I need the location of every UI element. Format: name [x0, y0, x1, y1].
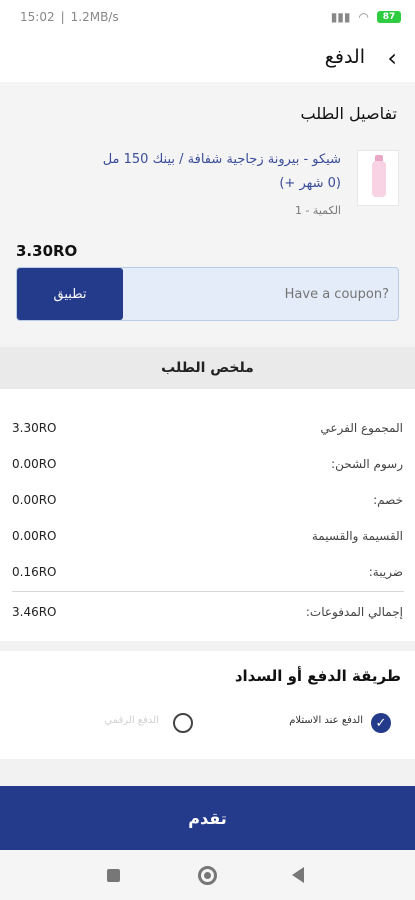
summary-row-tax: ضريبة: 0.16RO [0, 557, 415, 593]
wifi-icon: ◠ [358, 10, 369, 24]
proceed-button[interactable]: تقدم [0, 786, 415, 850]
home-icon[interactable] [198, 866, 217, 885]
apply-coupon-button[interactable]: تطبيق [17, 268, 123, 320]
coupon-box: تطبيق [16, 267, 399, 321]
summary-row-voucher: القسيمة والقسيمة 0.00RO [0, 521, 415, 557]
summary-label: المجموع الفرعي [320, 421, 403, 435]
app-header: ‹ الدفع [0, 34, 415, 82]
summary-value: 3.30RO [12, 421, 57, 435]
coupon-input[interactable] [125, 268, 397, 320]
bottle-shape [372, 161, 386, 197]
summary-label: ضريبة: [368, 565, 403, 579]
summary-value: 0.00RO [12, 493, 57, 507]
recent-apps-icon[interactable] [107, 869, 120, 882]
battery-icon: 87 [377, 11, 401, 23]
status-bar: 15:02 | 1.2MB/s ▮▮▮ ◠ 87 [0, 0, 415, 34]
payment-method-title: طريقة الدفع أو السداد [234, 667, 401, 685]
product-image[interactable] [357, 150, 399, 206]
product-name-link[interactable]: شيكو - بيرونة زجاجية شفافة / بينك 150 مل… [91, 148, 341, 196]
network-speed: 1.2MB/s [70, 10, 119, 24]
summary-value: 0.16RO [12, 565, 57, 579]
summary-value: 0.00RO [12, 457, 57, 471]
system-nav-bar [0, 850, 415, 900]
status-right: ▮▮▮ ◠ 87 [331, 10, 401, 24]
status-left: 15:02 | 1.2MB/s [20, 10, 119, 24]
summary-divider [12, 591, 404, 592]
summary-row-discount: خصم: 0.00RO [0, 485, 415, 521]
back-icon[interactable] [292, 867, 304, 883]
digital-payment-radio[interactable] [173, 713, 193, 733]
page-title: الدفع [324, 46, 365, 68]
payment-method-section: طريقة الدفع أو السداد ✓ الدفع عند الاستل… [0, 651, 415, 759]
summary-label: خصم: [373, 493, 403, 507]
product-quantity: الكمية - 1 [294, 204, 341, 217]
summary-row-shipping: رسوم الشحن: 0.00RO [0, 449, 415, 485]
order-summary: المجموع الفرعي 3.30RO رسوم الشحن: 0.00RO… [0, 389, 415, 641]
order-details-title: تفاصيل الطلب [300, 104, 398, 123]
status-time: 15:02 [20, 10, 55, 24]
order-details-section: تفاصيل الطلب شيكو - بيرونة زجاجية شفافة … [0, 82, 415, 344]
summary-label: رسوم الشحن: [331, 457, 403, 471]
cod-radio-checked[interactable]: ✓ [371, 713, 391, 733]
order-summary-title: ملخص الطلب [0, 347, 415, 389]
summary-label: القسيمة والقسيمة [311, 529, 403, 543]
payment-option-digital[interactable]: الدفع الرقمي [104, 715, 159, 726]
summary-row-total: إجمالي المدفوعات: 3.46RO [0, 597, 415, 633]
summary-value: 3.46RO [12, 605, 57, 619]
payment-option-cod[interactable]: الدفع عند الاستلام [289, 715, 363, 726]
summary-value: 0.00RO [12, 529, 57, 543]
summary-row-subtotal: المجموع الفرعي 3.30RO [0, 413, 415, 449]
chevron-left-icon[interactable]: ‹ [387, 44, 397, 72]
summary-label: إجمالي المدفوعات: [305, 605, 403, 619]
signal-icon: ▮▮▮ [330, 10, 351, 24]
product-price: 3.30RO [16, 242, 78, 260]
